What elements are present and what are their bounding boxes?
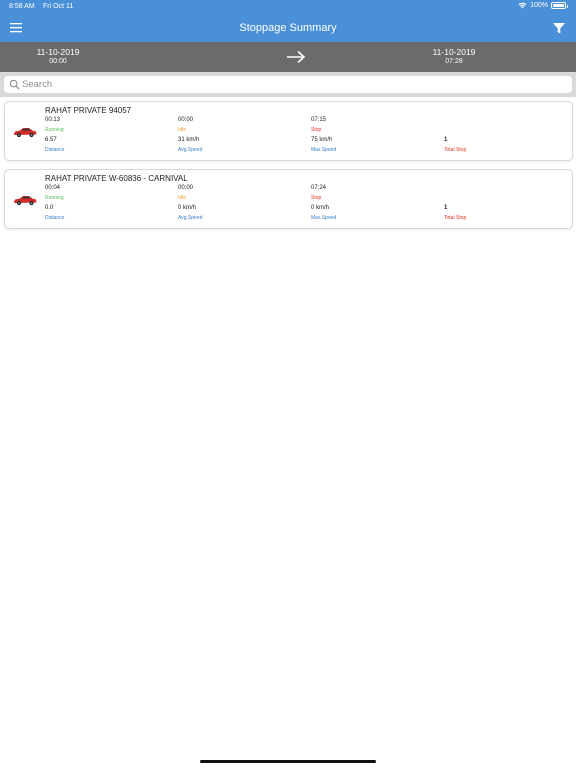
vehicle-card[interactable]: RAHAT PRIVATE W-60836 - CARNIVAL 00:04 0… [4, 169, 573, 229]
distance-label: Distance [45, 215, 65, 221]
total-stop-value: 1 [444, 205, 448, 211]
search-icon [9, 79, 20, 90]
stop-time: 07:15 [311, 117, 327, 123]
avg-speed-value: 31 km/h [178, 137, 200, 143]
idle-label: Idle [178, 195, 187, 201]
status-right: 100% [518, 2, 568, 9]
running-time: 00:13 [45, 117, 61, 123]
end-datetime[interactable]: 11-10-2019 07:28 [430, 48, 478, 66]
start-time: 00:00 [49, 58, 67, 65]
car-icon [14, 128, 37, 138]
max-speed-value: 75 km/h [311, 137, 333, 143]
filter-icon[interactable] [552, 21, 566, 35]
max-speed-label: Max.Speed [311, 147, 337, 153]
search-bar [0, 72, 576, 97]
nav-bar: Stoppage Summary [0, 14, 576, 42]
distance-value: 6.57 [45, 137, 57, 143]
search-input[interactable] [22, 78, 562, 91]
header: 8:58 AM Fri Oct 11 100% Stoppage Summary [0, 0, 576, 42]
max-speed-value: 0 km/h [311, 205, 330, 211]
page-title: Stoppage Summary [239, 22, 337, 34]
start-datetime[interactable]: 11-10-2019 00:00 [34, 48, 82, 66]
search-field[interactable] [4, 76, 572, 93]
max-speed-label: Max.Speed [311, 215, 337, 221]
idle-time: 00:00 [178, 117, 194, 123]
running-label: Running [45, 127, 64, 133]
wifi-icon [518, 2, 527, 9]
total-stop-label: Total Stop [444, 147, 467, 153]
vehicle-list: RAHAT PRIVATE 94057 00:13 00:00 07:15 Ru… [4, 101, 573, 237]
idle-label: Idle [178, 127, 187, 133]
total-stop-label: Total Stop [444, 215, 467, 221]
start-date: 11-10-2019 [36, 47, 80, 57]
app-screen: 8:58 AM Fri Oct 11 100% Stoppage Summary [0, 0, 576, 768]
stop-label: Stop [311, 127, 322, 133]
running-time: 00:04 [45, 185, 61, 191]
stop-time: 07:24 [311, 185, 327, 191]
idle-time: 00:00 [178, 185, 194, 191]
avg-speed-value: 0 km/h [178, 205, 197, 211]
distance-value: 0.0 [45, 205, 54, 211]
arrow-right-icon [287, 50, 306, 64]
battery-percent: 100% [530, 2, 548, 9]
vehicle-name: RAHAT PRIVATE 94057 [45, 106, 132, 115]
car-icon [14, 196, 37, 206]
distance-label: Distance [45, 147, 65, 153]
stop-label: Stop [311, 195, 322, 201]
battery-icon [551, 2, 568, 9]
vehicle-name: RAHAT PRIVATE W-60836 - CARNIVAL [45, 174, 188, 183]
date-range-bar: 11-10-2019 00:00 11-10-2019 07:28 [0, 42, 576, 72]
status-bar: 8:58 AM Fri Oct 11 100% [0, 0, 576, 14]
running-label: Running [45, 195, 64, 201]
status-time: 8:58 AM [9, 3, 35, 10]
status-date: Fri Oct 11 [43, 3, 74, 10]
end-time: 07:28 [445, 58, 463, 65]
avg-speed-label: Avg.Speed [178, 215, 203, 221]
home-indicator[interactable] [200, 760, 376, 763]
vehicle-card[interactable]: RAHAT PRIVATE 94057 00:13 00:00 07:15 Ru… [4, 101, 573, 161]
avg-speed-label: Avg.Speed [178, 147, 203, 153]
total-stop-value: 1 [444, 137, 448, 143]
end-date: 11-10-2019 [432, 47, 476, 57]
